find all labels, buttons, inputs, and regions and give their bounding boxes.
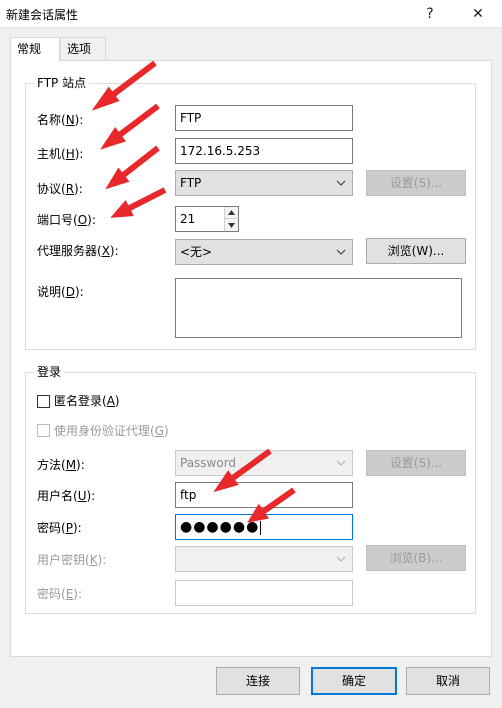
spin-down-icon[interactable] [225, 219, 238, 231]
host-label: 主机(H): [37, 147, 84, 161]
protocol-label: 协议(R): [37, 182, 83, 196]
proxy-select[interactable]: <无> [175, 239, 353, 265]
anonymous-checkbox[interactable] [37, 395, 50, 408]
port-input[interactable]: 21 [175, 206, 239, 232]
username-input[interactable]: ftp [175, 482, 353, 508]
login-legend: 登录 [34, 365, 65, 379]
passphrase-input[interactable] [175, 580, 353, 606]
name-input[interactable]: FTP [175, 105, 353, 131]
window-title: 新建会话属性 [6, 8, 79, 22]
name-label: 名称(N): [37, 113, 84, 127]
ok-button[interactable]: 确定 [311, 667, 397, 695]
proxy-label: 代理服务器(X): [37, 244, 119, 258]
close-button[interactable]: ✕ [455, 0, 501, 28]
connect-button[interactable]: 连接 [216, 667, 300, 695]
user-key-browse-button[interactable]: 浏览(B)... [366, 545, 466, 571]
cancel-button[interactable]: 取消 [406, 667, 490, 695]
tab-general[interactable]: 常规 [10, 37, 60, 62]
user-key-label: 用户密钥(K): [37, 553, 107, 567]
protocol-settings-button[interactable]: 设置(S)... [366, 170, 466, 196]
description-textarea[interactable] [175, 278, 462, 338]
auth-proxy-checkbox[interactable] [37, 424, 50, 437]
auth-proxy-label: 使用身份验证代理(G) [54, 424, 169, 438]
user-key-select[interactable] [175, 546, 353, 572]
tab-options[interactable]: 选项 [60, 37, 106, 61]
description-label: 说明(D): [37, 285, 84, 299]
chevron-down-icon [336, 460, 346, 466]
chevron-down-icon [336, 249, 346, 255]
passphrase-label: 密码(E): [37, 587, 83, 601]
anonymous-label: 匿名登录(A) [54, 394, 120, 408]
spin-up-icon[interactable] [225, 207, 238, 219]
protocol-select[interactable]: FTP [175, 170, 353, 196]
proxy-browse-button[interactable]: 浏览(W)... [366, 238, 466, 264]
method-label: 方法(M): [37, 458, 85, 472]
method-settings-button[interactable]: 设置(S)... [366, 450, 466, 476]
port-spinner[interactable] [224, 207, 238, 231]
close-icon: ✕ [472, 6, 484, 22]
help-button[interactable]: ? [407, 0, 453, 28]
port-label: 端口号(O): [37, 213, 96, 227]
chevron-down-icon [336, 180, 346, 186]
tab-panel-general: FTP 站点 名称(N): FTP 主机(H): 172.16.5.253 协议… [10, 60, 492, 657]
method-select[interactable]: Password [175, 450, 353, 476]
password-input[interactable]: ●●●●●● [175, 514, 353, 540]
title-bar: 新建会话属性 ? ✕ [0, 0, 502, 28]
chevron-down-icon [336, 556, 346, 562]
username-label: 用户名(U): [37, 489, 96, 503]
ftp-site-legend: FTP 站点 [34, 76, 90, 90]
host-input[interactable]: 172.16.5.253 [175, 138, 353, 164]
text-caret [260, 520, 262, 535]
password-label: 密码(P): [37, 521, 82, 535]
